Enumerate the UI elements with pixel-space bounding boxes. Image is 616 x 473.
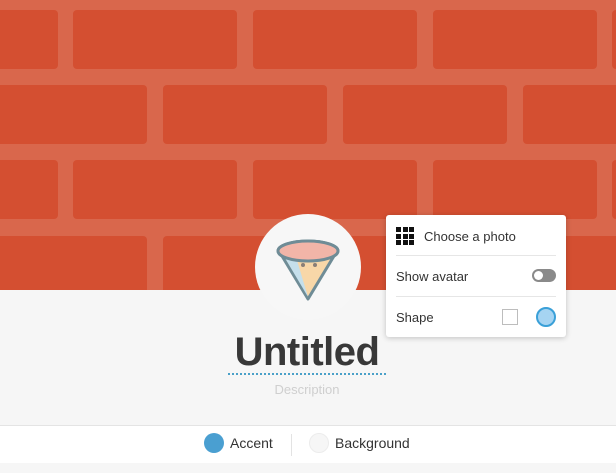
shape-label: Shape <box>396 309 434 325</box>
grid-icon <box>396 227 414 245</box>
choose-photo-label: Choose a photo <box>424 228 516 244</box>
footer-toolbar: Accent Background <box>0 425 616 463</box>
menu-divider <box>396 296 556 297</box>
description-field[interactable]: Description <box>228 382 386 397</box>
menu-divider <box>396 255 556 256</box>
show-avatar-item: Show avatar <box>396 265 556 287</box>
bottom-strip <box>0 463 616 473</box>
background-label: Background <box>335 435 410 451</box>
show-avatar-toggle[interactable] <box>532 269 556 282</box>
title-underline <box>228 373 386 375</box>
show-avatar-label: Show avatar <box>396 268 469 284</box>
avatar[interactable] <box>255 214 361 320</box>
accent-swatch <box>204 433 224 453</box>
shape-item: Shape <box>396 306 556 328</box>
circle-shape-option[interactable] <box>536 307 556 327</box>
toggle-knob <box>534 271 543 280</box>
accent-label: Accent <box>230 435 273 451</box>
background-button[interactable]: Background <box>309 433 410 453</box>
footer-divider <box>291 434 292 456</box>
page-title[interactable]: Untitled <box>228 330 386 374</box>
background-swatch <box>309 433 329 453</box>
avatar-options-menu: Choose a photo Show avatar Shape <box>386 215 566 337</box>
accent-button[interactable]: Accent <box>204 433 273 453</box>
square-shape-option[interactable] <box>502 309 518 325</box>
ice-cream-cone-icon <box>276 239 340 301</box>
choose-photo-item[interactable]: Choose a photo <box>396 225 556 247</box>
